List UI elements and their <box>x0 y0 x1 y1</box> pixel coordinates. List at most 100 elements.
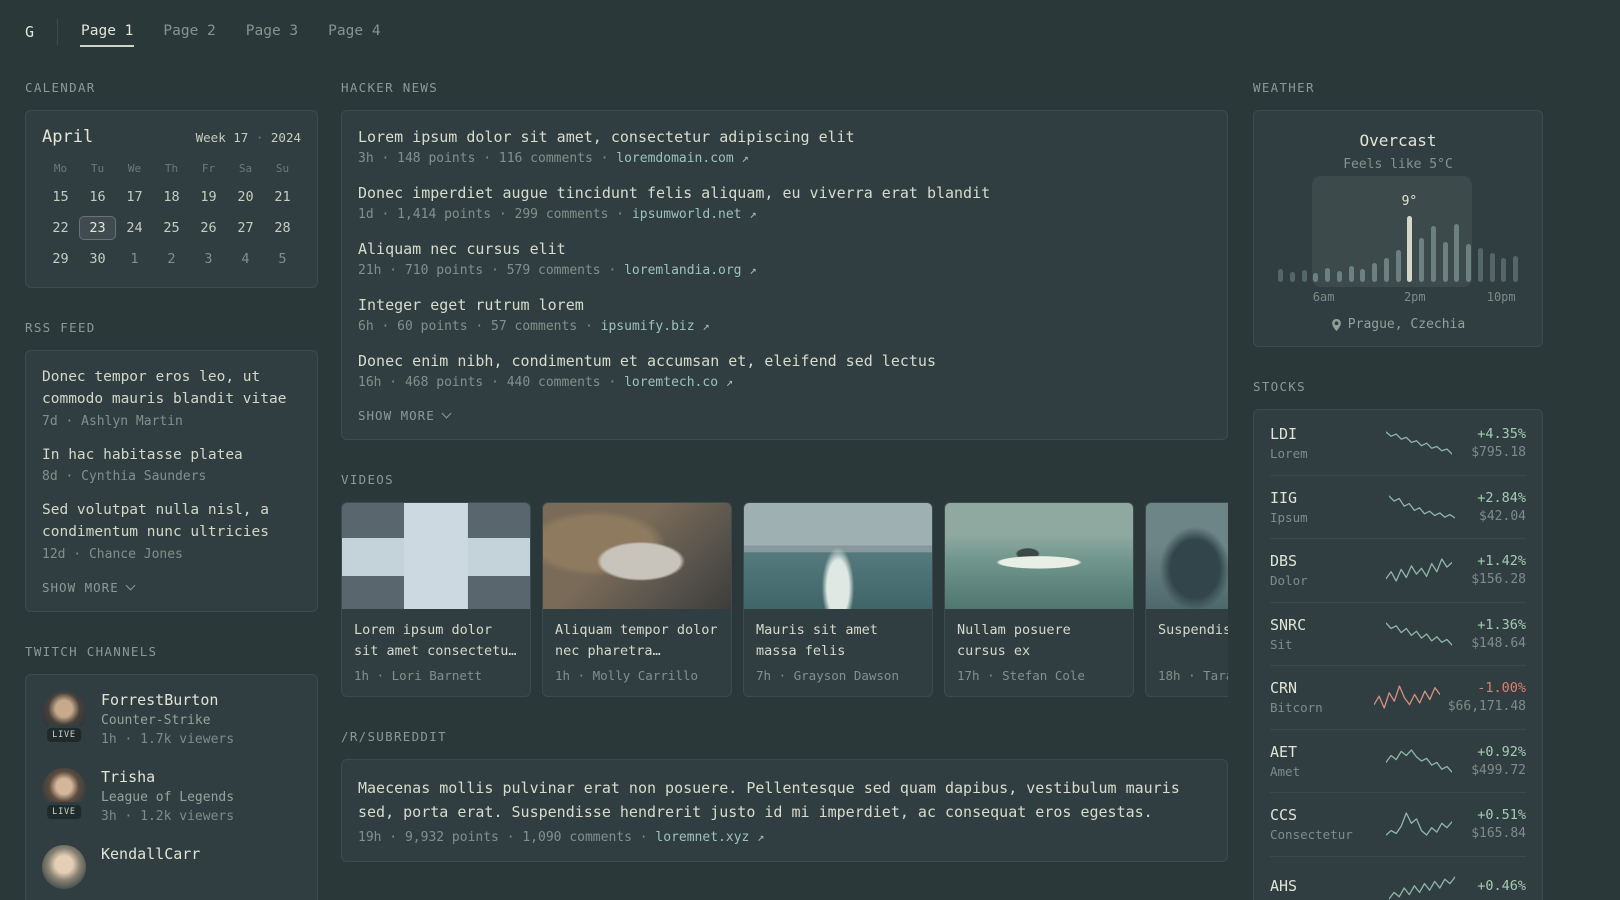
hn-story-domain[interactable]: ipsumify.biz ↗ <box>601 319 710 334</box>
video-card[interactable]: Lorem ipsum dolor sit amet consectetu… 1h… <box>341 502 531 697</box>
twitch-channel-info: ForrestBurton Counter-Strike 1h · 1.7k vie… <box>101 691 234 747</box>
domain-label: loremnet.xyz <box>655 830 750 845</box>
weather-hour-bar <box>1301 270 1307 282</box>
stock-ticker[interactable]: IIG <box>1270 489 1366 507</box>
twitch-channel[interactable]: KendallCarr <box>42 844 301 889</box>
rss-item[interactable]: In hac habitasse platea 8d · Cynthia Saun… <box>42 445 301 485</box>
hn-story-title[interactable]: Aliquam nec cursus elit <box>358 239 1211 260</box>
rss-item-title[interactable]: Sed volutpat nulla nisl, a condimentum n… <box>42 500 301 544</box>
video-title[interactable]: Suspendisse diam <box>1158 620 1228 662</box>
subreddit-post-title[interactable]: Maecenas mollis pulvinar erat non posuer… <box>358 776 1211 824</box>
video-title[interactable]: Nullam posuere cursus ex <box>957 620 1121 662</box>
hn-story[interactable]: Donec enim nibh, condimentum et accumsan… <box>358 351 1211 390</box>
stock-info: DBS Dolor <box>1270 552 1366 588</box>
video-card[interactable]: Mauris sit amet massa felis 7h · Grayson … <box>743 502 933 697</box>
twitch-channel-name[interactable]: KendallCarr <box>101 845 200 863</box>
rss-item-title[interactable]: Donec tempor eros leo, ut commodo mauris… <box>42 367 301 411</box>
stock-name: Lorem <box>1270 445 1308 461</box>
stock-numbers: +0.51% $165.84 <box>1471 807 1526 841</box>
video-card[interactable]: Nullam posuere cursus ex 17h · Stefan Col… <box>944 502 1134 697</box>
hackernews-widget: HACKER NEWS Lorem ipsum dolor sit amet, … <box>341 80 1228 440</box>
stock-change: +4.35% <box>1477 425 1526 442</box>
hn-story-title[interactable]: Integer eget rutrum lorem <box>358 295 1211 316</box>
calendar-card: April Week 17 · 2024 Mo Tu We Th Fr Sa Su 15 16 1… <box>25 110 318 288</box>
video-title[interactable]: Mauris sit amet massa felis <box>756 620 920 662</box>
stock-ticker[interactable]: SNRC <box>1270 616 1366 634</box>
stocks-card: LDI Lorem +4.35% $795.18 IIG Ipsum +2.84% $42.0… <box>1253 409 1543 900</box>
hn-story[interactable]: Lorem ipsum dolor sit amet, consectetur … <box>358 127 1211 166</box>
hn-story[interactable]: Donec imperdiet augue tincidunt felis al… <box>358 183 1211 222</box>
stock-row[interactable]: AET Amet +0.92% $499.72 <box>1270 728 1526 793</box>
hn-story-title[interactable]: Lorem ipsum dolor sit amet, consectetur … <box>358 127 1211 148</box>
hackernews-show-more-button[interactable]: SHOW MORE <box>358 408 1211 423</box>
app-logo[interactable]: G <box>25 23 57 41</box>
weather-widget: WEATHER Overcast Feels like 5°C 9° 6am 2… <box>1253 80 1543 347</box>
video-card[interactable]: Aliquam tempor dolor nec pharetra… 1h · M… <box>542 502 732 697</box>
stock-row[interactable]: CRN Bitcorn -1.00% $66,171.48 <box>1270 665 1526 729</box>
weather-hour-bar <box>1395 250 1401 282</box>
video-thumbnail <box>543 503 731 609</box>
tab-page-2[interactable]: Page 2 <box>162 18 216 47</box>
stock-row[interactable]: CCS Consectetur +0.51% $165.84 <box>1270 792 1526 856</box>
rss-card: Donec tempor eros leo, ut commodo mauris… <box>25 350 318 612</box>
stock-row[interactable]: AHS +0.46% <box>1270 855 1526 900</box>
stock-ticker[interactable]: DBS <box>1270 552 1366 570</box>
stock-price: $165.84 <box>1471 826 1526 842</box>
stock-ticker[interactable]: CRN <box>1270 679 1366 697</box>
calendar-day: 25 <box>163 220 180 236</box>
stock-ticker[interactable]: LDI <box>1270 425 1366 443</box>
hn-story[interactable]: Integer eget rutrum lorem 6h · 60 points … <box>358 295 1211 334</box>
stock-sparkline <box>1366 748 1471 774</box>
rss-show-more-button[interactable]: SHOW MORE <box>42 580 301 595</box>
rss-item-title[interactable]: In hac habitasse platea <box>42 445 301 467</box>
calendar-day: 2 <box>167 251 176 267</box>
video-title[interactable]: Aliquam tempor dolor nec pharetra… <box>555 620 719 662</box>
stock-row[interactable]: SNRC Sit +1.36% $148.64 <box>1270 601 1526 666</box>
weather-hour-bar <box>1383 258 1389 282</box>
video-meta: 1h · Lori Barnett <box>354 668 482 683</box>
hn-story-info: 3h · 148 points · 116 comments · <box>358 151 617 166</box>
stock-ticker[interactable]: AHS <box>1270 877 1366 895</box>
hn-story-domain[interactable]: loremdomain.com ↗ <box>616 151 748 166</box>
hn-story-domain[interactable]: loremtech.co ↗ <box>624 375 733 390</box>
hn-story-title[interactable]: Donec enim nibh, condimentum et accumsan… <box>358 351 1211 372</box>
stock-row[interactable]: DBS Dolor +1.42% $156.28 <box>1270 538 1526 602</box>
external-link-icon: ↗ <box>757 830 765 844</box>
stock-ticker[interactable]: AET <box>1270 743 1366 761</box>
tab-page-3[interactable]: Page 3 <box>245 18 299 47</box>
subreddit-card: Maecenas mollis pulvinar erat non posuer… <box>341 759 1228 862</box>
tab-page-4[interactable]: Page 4 <box>327 18 381 47</box>
weather-hour-bar <box>1466 243 1471 282</box>
stock-ticker[interactable]: CCS <box>1270 806 1366 824</box>
stock-change: +0.51% <box>1477 807 1526 824</box>
subreddit-post-domain[interactable]: loremnet.xyz ↗ <box>655 830 764 845</box>
tab-page-1[interactable]: Page 1 <box>80 18 135 47</box>
stock-row[interactable]: IIG Ipsum +2.84% $42.04 <box>1270 474 1526 539</box>
hn-story-title[interactable]: Donec imperdiet augue tincidunt felis al… <box>358 183 1211 204</box>
domain-label: ipsumify.biz <box>600 319 703 334</box>
sparkline-chart <box>1385 749 1452 773</box>
weather-hour-bar <box>1407 216 1413 282</box>
hn-story-domain[interactable]: loremlandia.org ↗ <box>624 263 756 278</box>
video-title[interactable]: Lorem ipsum dolor sit amet consectetu… <box>354 620 518 662</box>
twitch-avatar <box>42 844 86 889</box>
twitch-channel-meta: 3h · 1.2k viewers <box>101 808 235 824</box>
twitch-channel-name[interactable]: Trisha <box>101 768 234 786</box>
videos-widget: VIDEOS Lorem ipsum dolor sit amet consec… <box>341 472 1228 697</box>
hn-story-domain[interactable]: ipsumworld.net ↗ <box>632 207 757 222</box>
middle-column: HACKER NEWS Lorem ipsum dolor sit amet, … <box>341 80 1228 894</box>
twitch-channel[interactable]: LIVE ForrestBurton Counter-Strike 1h · 1.7k… <box>42 690 301 747</box>
video-card[interactable]: Suspendisse diam 18h · Tara <box>1145 502 1228 697</box>
calendar-day: 19 <box>200 189 217 205</box>
stock-info: LDI Lorem <box>1270 425 1366 461</box>
twitch-channel-name[interactable]: ForrestBurton <box>101 691 234 709</box>
stock-row[interactable]: LDI Lorem +4.35% $795.18 <box>1270 411 1526 475</box>
hn-story[interactable]: Aliquam nec cursus elit 21h · 710 points … <box>358 239 1211 278</box>
external-link-icon: ↗ <box>702 319 710 333</box>
rss-item[interactable]: Donec tempor eros leo, ut commodo mauris… <box>42 367 301 429</box>
stock-numbers: +0.92% $499.72 <box>1471 744 1526 778</box>
weather-hour-bar <box>1501 258 1507 282</box>
twitch-channel[interactable]: LIVE Trisha League of Legends 3h · 1.2k vie… <box>42 767 301 824</box>
video-card-body: Suspendisse diam 18h · Tara <box>1146 609 1228 696</box>
rss-item[interactable]: Sed volutpat nulla nisl, a condimentum n… <box>42 500 301 562</box>
